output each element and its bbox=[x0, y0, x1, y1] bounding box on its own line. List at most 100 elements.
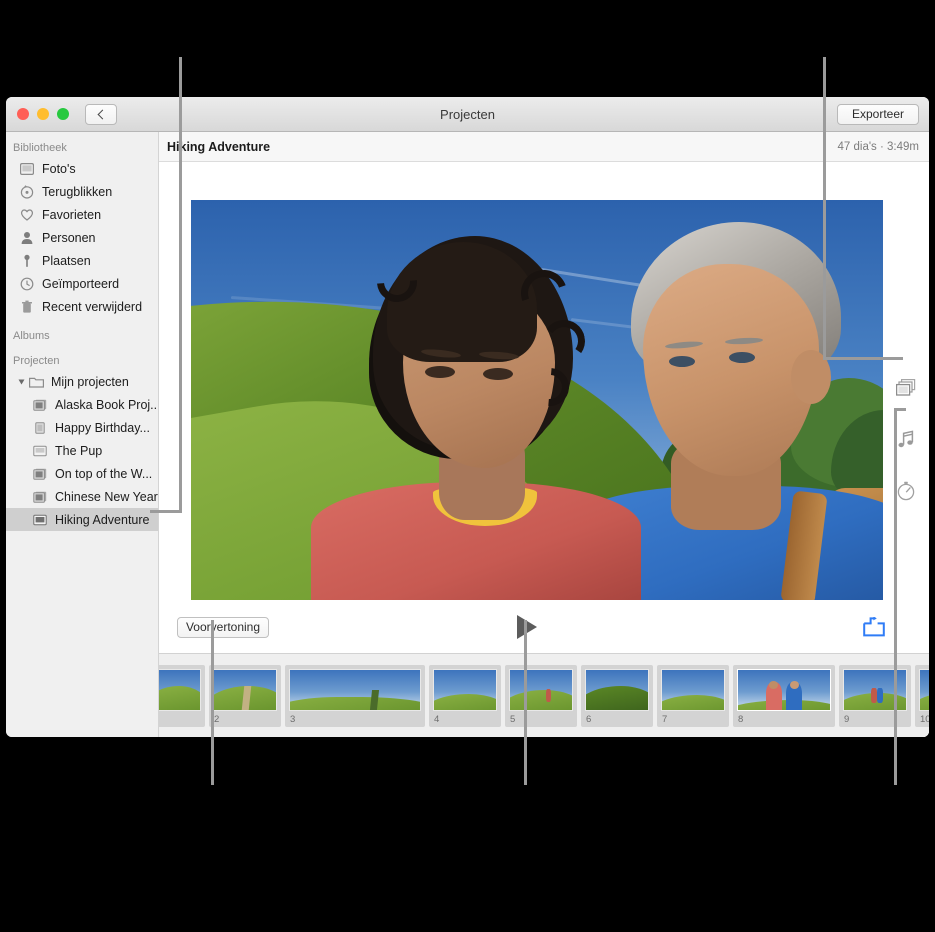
playback-controls: Voorvertoning bbox=[159, 605, 929, 649]
heart-icon bbox=[19, 207, 35, 223]
slide-number: 8 bbox=[738, 713, 744, 725]
inspector-rail bbox=[883, 200, 929, 502]
sidebar-item-label: Happy Birthday... bbox=[55, 420, 150, 435]
callout-line-sidebar-elbow bbox=[150, 510, 182, 513]
callout-line-play-bottom bbox=[524, 620, 527, 785]
sidebar-item-label: Foto's bbox=[42, 161, 76, 176]
chevron-left-icon bbox=[97, 109, 107, 119]
play-triangle-icon[interactable] bbox=[517, 615, 537, 639]
folder-icon bbox=[28, 374, 44, 390]
book-icon bbox=[32, 489, 48, 505]
thumbnail-image bbox=[509, 668, 573, 711]
photos-app-window: Projecten Exporteer Bibliotheek Foto's T… bbox=[6, 97, 929, 737]
man-eye bbox=[669, 356, 695, 367]
thumbnail-image bbox=[433, 668, 497, 711]
memories-clock-icon bbox=[19, 184, 35, 200]
slide-number: 7 bbox=[662, 713, 668, 725]
woman-eye bbox=[425, 366, 455, 378]
sidebar-item-label: The Pup bbox=[55, 443, 103, 458]
list-item[interactable]: 1 bbox=[159, 664, 205, 727]
sidebar-item-label: Mijn projecten bbox=[51, 374, 129, 389]
sidebar-item-personen[interactable]: Personen bbox=[6, 226, 158, 249]
slide-number: 6 bbox=[586, 713, 592, 725]
slide-number: 4 bbox=[434, 713, 440, 725]
sidebar-header-projecten: Projecten bbox=[13, 355, 60, 367]
sidebar-item-geimporteerd[interactable]: Geïmporteerd bbox=[6, 272, 158, 295]
person-icon bbox=[19, 230, 35, 246]
slide-number: 10 bbox=[920, 713, 929, 725]
traffic-lights bbox=[6, 108, 69, 120]
list-item[interactable]: 3 bbox=[285, 664, 425, 727]
themes-icon[interactable] bbox=[895, 376, 917, 398]
export-button[interactable]: Exporteer bbox=[837, 103, 919, 125]
thumbnail-image bbox=[213, 668, 277, 711]
slide-number: 2 bbox=[214, 713, 220, 725]
book-icon bbox=[32, 466, 48, 482]
sidebar-item-mijn-projecten[interactable]: Mijn projecten bbox=[6, 370, 158, 393]
close-button[interactable] bbox=[17, 108, 29, 120]
clock-icon bbox=[19, 276, 35, 292]
sidebar-item-label: Personen bbox=[42, 230, 96, 245]
woman-eye bbox=[483, 368, 513, 380]
sidebar-item-label: Alaska Book Proj... bbox=[55, 397, 158, 412]
sidebar-item-recent-verwijderd[interactable]: Recent verwijderd bbox=[6, 295, 158, 318]
sidebar-item-label: Favorieten bbox=[42, 207, 102, 222]
callout-line-music-bottom bbox=[894, 408, 897, 785]
thumbnail-image bbox=[585, 668, 649, 711]
sidebar-item-fotos[interactable]: Foto's bbox=[6, 157, 158, 180]
callout-line-themes-top bbox=[823, 57, 826, 359]
sidebar-item-terugblikken[interactable]: Terugblikken bbox=[6, 180, 158, 203]
thumbnail-image bbox=[843, 668, 907, 711]
list-item[interactable]: 2 bbox=[209, 664, 281, 727]
card-icon bbox=[32, 420, 48, 436]
sidebar-item-the-pup[interactable]: The Pup bbox=[6, 439, 158, 462]
back-button[interactable] bbox=[85, 103, 117, 125]
slide-preview-image[interactable] bbox=[191, 200, 883, 600]
sidebar-item-label: Plaatsen bbox=[42, 253, 91, 268]
sidebar-item-label: Recent verwijderd bbox=[42, 299, 143, 314]
sidebar-item-label: Chinese New Year bbox=[55, 489, 158, 504]
trash-icon bbox=[19, 299, 35, 315]
sidebar-item-on-top-of-the-world[interactable]: On top of the W... bbox=[6, 462, 158, 485]
duration-stopwatch-icon[interactable] bbox=[895, 480, 917, 502]
project-meta: 47 dia's · 3:49m bbox=[837, 140, 919, 153]
filmstrip[interactable]: 1 2 bbox=[159, 653, 929, 737]
sidebar-header-bibliotheek: Bibliotheek bbox=[13, 142, 67, 154]
main-area: Hiking Adventure 47 dia's · 3:49m Voorve… bbox=[159, 132, 929, 737]
photos-icon bbox=[19, 161, 35, 177]
list-item[interactable]: 10 bbox=[915, 664, 929, 727]
sidebar-item-hiking-adventure[interactable]: Hiking Adventure bbox=[6, 508, 158, 531]
callout-line-music-elbow bbox=[894, 408, 906, 411]
sidebar-item-chinese-new-year[interactable]: Chinese New Year bbox=[6, 485, 158, 508]
slideshow-icon bbox=[32, 512, 48, 528]
thumbnail-image bbox=[919, 668, 929, 711]
list-item[interactable]: 4 bbox=[429, 664, 501, 727]
sidebar-item-label: Terugblikken bbox=[42, 184, 113, 199]
list-item[interactable]: 7 bbox=[657, 664, 729, 727]
callout-line-themes-elbow bbox=[823, 357, 903, 360]
book-icon bbox=[32, 397, 48, 413]
sidebar-item-favorieten[interactable]: Favorieten bbox=[6, 203, 158, 226]
man-eye bbox=[729, 352, 755, 363]
music-note-icon[interactable] bbox=[895, 428, 917, 450]
slideshow-stage: Voorvertoning 2 3 4 5 6 7 8 9 1 bbox=[159, 162, 929, 737]
list-item[interactable]: 5 bbox=[505, 664, 577, 727]
export-share-icon[interactable] bbox=[863, 616, 885, 637]
thumbnail-image bbox=[289, 668, 421, 711]
sidebar-item-happy-birthday[interactable]: Happy Birthday... bbox=[6, 416, 158, 439]
preview-button[interactable]: Voorvertoning bbox=[177, 616, 269, 638]
minimize-button[interactable] bbox=[37, 108, 49, 120]
disclosure-triangle-icon[interactable] bbox=[18, 379, 25, 384]
pin-icon bbox=[19, 253, 35, 269]
list-item[interactable]: 8 bbox=[733, 664, 835, 727]
sidebar-item-alaska-book-project[interactable]: Alaska Book Proj... bbox=[6, 393, 158, 416]
sidebar-item-plaatsen[interactable]: Plaatsen bbox=[6, 249, 158, 272]
list-item[interactable]: 6 bbox=[581, 664, 653, 727]
page-title: Hiking Adventure bbox=[167, 139, 271, 154]
slide-number: 3 bbox=[290, 713, 296, 725]
list-item[interactable]: 9 bbox=[839, 664, 911, 727]
sidebar-item-label: Hiking Adventure bbox=[55, 512, 150, 527]
thumbnail-list: 1 2 bbox=[159, 662, 929, 730]
callout-line-sidebar-top bbox=[179, 57, 182, 512]
zoom-button[interactable] bbox=[57, 108, 69, 120]
